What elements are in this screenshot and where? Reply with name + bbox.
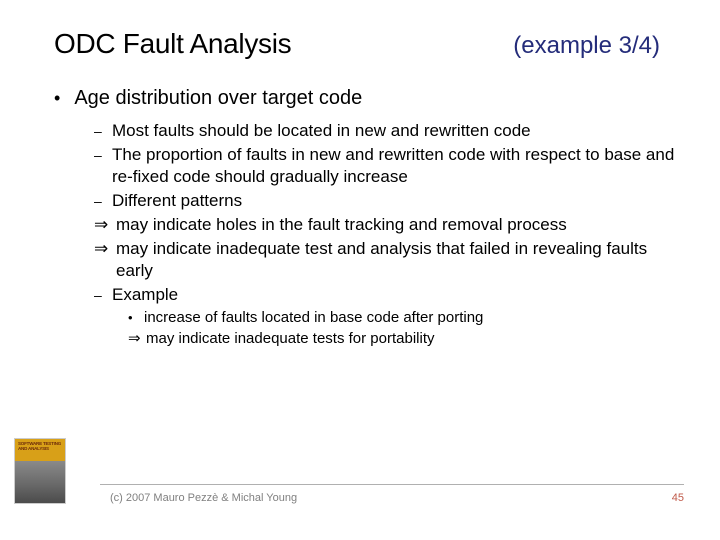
implication-item: ⇒ may indicate holes in the fault tracki… (94, 214, 680, 236)
footer-divider (100, 484, 684, 485)
bullet-level-2: – Example (94, 284, 680, 306)
sub-list: – Most faults should be located in new a… (94, 120, 680, 349)
book-cover-thumbnail: SOFTWARE TESTING AND ANALYSIS (14, 438, 66, 504)
bullet-level-3: • increase of faults located in base cod… (128, 308, 680, 328)
slide-subtitle: (example 3/4) (513, 32, 660, 60)
dash-icon: – (94, 120, 112, 142)
bullet-text: Example (112, 284, 178, 306)
copyright-text: (c) 2007 Mauro Pezzè & Michal Young (110, 492, 297, 504)
implies-icon: ⇒ (94, 238, 116, 260)
dash-icon: – (94, 144, 112, 166)
sub-list-level-3: • increase of faults located in base cod… (128, 308, 680, 349)
slide-title: ODC Fault Analysis (54, 28, 291, 60)
bullet-text: may indicate inadequate tests for portab… (146, 329, 435, 349)
bullet-dot-icon: • (54, 86, 60, 110)
bullet-text: may indicate inadequate test and analysi… (116, 238, 680, 282)
footer: SOFTWARE TESTING AND ANALYSIS (c) 2007 M… (0, 458, 720, 518)
bullet-level-2: – The proportion of faults in new and re… (94, 144, 680, 188)
bullet-level-1: • Age distribution over target code (54, 86, 680, 110)
book-cover-label: SOFTWARE TESTING AND ANALYSIS (18, 441, 65, 451)
bullet-text: may indicate holes in the fault tracking… (116, 214, 567, 236)
bullet-level-2: – Different patterns (94, 190, 680, 212)
bullet-text: Age distribution over target code (74, 86, 362, 110)
page-number: 45 (672, 492, 684, 504)
slide: ODC Fault Analysis (example 3/4) • Age d… (0, 0, 720, 540)
bullet-level-2: – Most faults should be located in new a… (94, 120, 680, 142)
implication-item: ⇒ may indicate inadequate tests for port… (128, 329, 680, 349)
bullet-text: increase of faults located in base code … (144, 308, 483, 328)
implies-icon: ⇒ (128, 329, 146, 349)
implies-icon: ⇒ (94, 214, 116, 236)
implication-item: ⇒ may indicate inadequate test and analy… (94, 238, 680, 282)
bullet-text: Different patterns (112, 190, 242, 212)
dash-icon: – (94, 284, 112, 306)
title-row: ODC Fault Analysis (example 3/4) (54, 28, 680, 60)
dash-icon: – (94, 190, 112, 212)
bullet-text: Most faults should be located in new and… (112, 120, 531, 142)
bullet-dot-icon: • (128, 308, 144, 328)
bullet-text: The proportion of faults in new and rewr… (112, 144, 680, 188)
